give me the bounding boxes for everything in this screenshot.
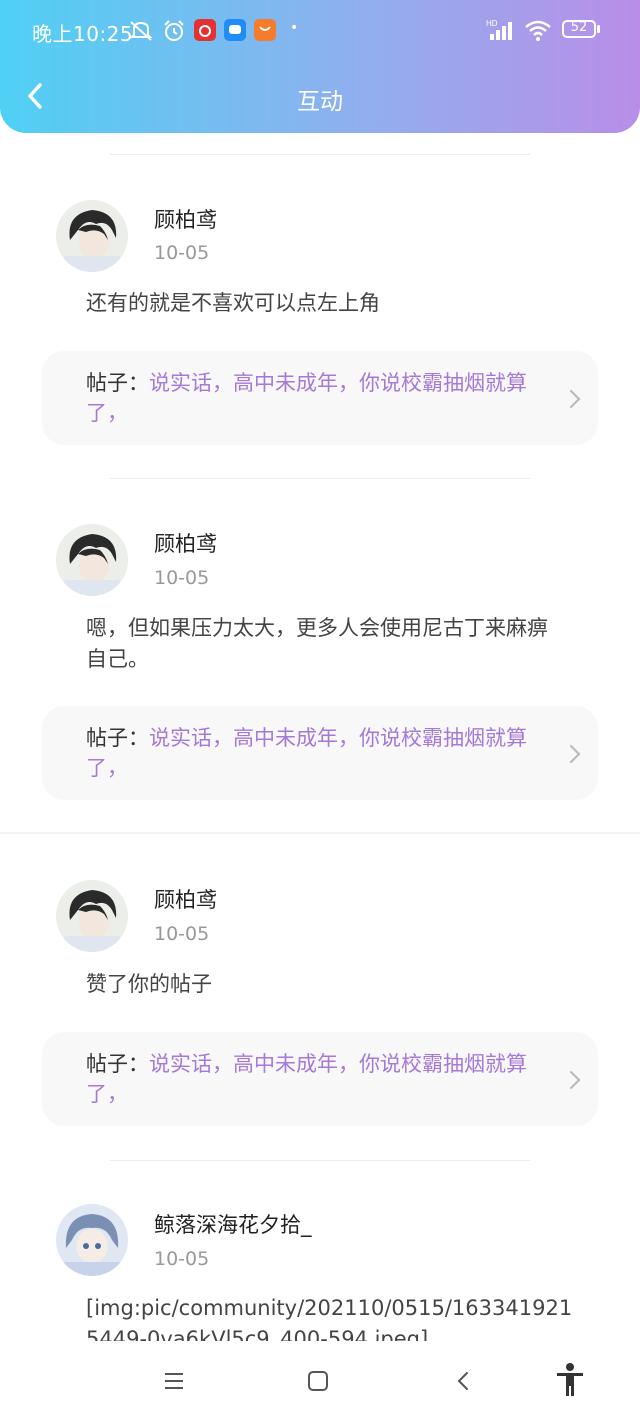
post-date: 10-05 [154,242,210,264]
music-app-icon [194,19,216,41]
post-label: 帖子： [86,726,149,750]
avatar-image [56,880,128,952]
network-label: HD [486,19,498,28]
avatar[interactable] [56,524,128,596]
post-date: 10-05 [154,923,210,945]
signal-icon: HD [486,19,512,40]
battery-icon: 52 [562,20,596,38]
user-name[interactable]: 顾柏鸢 [154,528,217,558]
post-reference-text: 帖子：说实话，高中未成年，你说校霸抽烟就算了， [86,1049,556,1109]
battery-level: 52 [570,20,588,35]
chevron-right-icon [569,1070,581,1090]
post-label: 帖子： [86,1052,149,1076]
status-time: 晚上10:25 [32,22,134,46]
header: 晚上10:25 • HD 52 互动 [0,0,640,133]
post-reference[interactable]: 帖子：说实话，高中未成年，你说校霸抽烟就算了， [42,706,598,800]
home-icon[interactable] [306,1370,330,1392]
battery-tip [597,25,600,33]
comment-text: 赞了你的帖子 [86,972,212,996]
avatar[interactable] [56,1204,128,1276]
post-date: 10-05 [154,567,210,589]
divider [110,154,530,155]
post-reference[interactable]: 帖子：说实话，高中未成年，你说校霸抽烟就算了， [42,351,598,445]
dot-indicator: • [290,20,299,36]
post-reference-text: 帖子：说实话，高中未成年，你说校霸抽烟就算了， [86,368,556,428]
alarm-icon [164,20,184,41]
post-label: 帖子： [86,371,149,395]
shop-app-icon [254,19,276,41]
page-title: 互动 [297,89,343,115]
post-title: 说实话，高中未成年，你说校霸抽烟就算了， [86,371,527,425]
post-reference[interactable]: 帖子：说实话，高中未成年，你说校霸抽烟就算了， [42,1032,598,1126]
post-title: 说实话，高中未成年，你说校霸抽烟就算了， [86,726,527,780]
status-bar: 晚上10:25 • HD 52 [0,0,640,62]
avatar-image [56,1204,128,1276]
user-name[interactable]: 顾柏鸢 [154,204,217,234]
divider [110,478,530,479]
avatar[interactable] [56,200,128,272]
divider [0,832,640,834]
chevron-right-icon [569,744,581,764]
back-icon[interactable] [452,1370,476,1392]
accessibility-icon[interactable] [554,1362,586,1398]
avatar-image [56,524,128,596]
mute-icon [129,21,153,41]
comment-text: 还有的就是不喜欢可以点左上角 [86,291,380,315]
menu-icon[interactable] [162,1370,186,1392]
comment-text: 嗯，但如果压力太大，更多人会使用尼古丁来麻痹自己。 [86,616,548,671]
avatar[interactable] [56,880,128,952]
wifi-icon [525,20,551,41]
post-reference-text: 帖子：说实话，高中未成年，你说校霸抽烟就算了， [86,723,556,783]
avatar-image [56,200,128,272]
system-nav-bar [0,1342,640,1422]
post-date: 10-05 [154,1248,210,1270]
post-title: 说实话，高中未成年，你说校霸抽烟就算了， [86,1052,527,1106]
user-name[interactable]: 鲸落深海花夕拾_ [154,1209,312,1239]
message-app-icon [224,19,246,41]
user-name[interactable]: 顾柏鸢 [154,884,217,914]
chevron-right-icon [569,389,581,409]
comment-text: [img:pic/community/202110/0515/163341921… [86,1296,573,1341]
divider [110,1160,530,1161]
